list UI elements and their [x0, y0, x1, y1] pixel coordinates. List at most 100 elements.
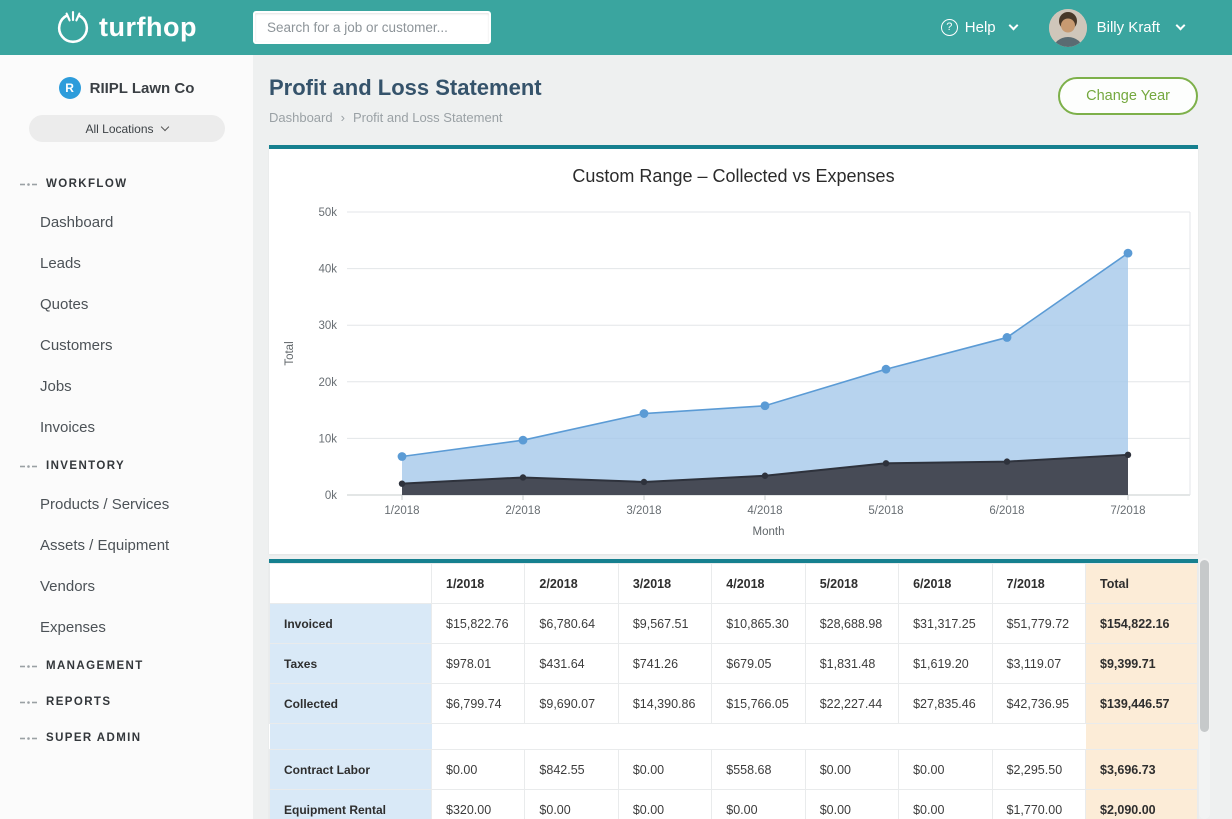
- search-input[interactable]: [253, 11, 491, 44]
- brand[interactable]: turfhop: [0, 11, 253, 45]
- cell: $9,690.07: [525, 684, 618, 724]
- month-header: 2/2018: [525, 564, 618, 604]
- total-cell: $2,090.00: [1086, 790, 1198, 819]
- sidebar-item-products-services[interactable]: Products / Services: [0, 484, 253, 525]
- sidebar-item-invoices[interactable]: Invoices: [0, 407, 253, 448]
- sidebar-item-dashboard[interactable]: Dashboard: [0, 202, 253, 243]
- change-year-button[interactable]: Change Year: [1058, 77, 1198, 115]
- sidebar-item-assets-equipment[interactable]: Assets / Equipment: [0, 525, 253, 566]
- total-cell: $3,696.73: [1086, 750, 1198, 790]
- user-menu[interactable]: Billy Kraft: [1049, 9, 1184, 47]
- spacer-row: [270, 724, 1198, 750]
- help-menu[interactable]: ? Help: [941, 19, 1017, 36]
- section-label: WORKFLOW: [46, 178, 127, 190]
- x-tick-label: 3/2018: [626, 505, 661, 517]
- total-cell: [1086, 724, 1198, 750]
- cell: $1,619.20: [899, 644, 992, 684]
- cell: [712, 724, 805, 750]
- cell: [899, 724, 992, 750]
- cell: $51,779.72: [992, 604, 1085, 644]
- sidebar-item-leads[interactable]: Leads: [0, 243, 253, 284]
- sidebar-item-vendors[interactable]: Vendors: [0, 566, 253, 607]
- brand-wordmark: turfhop: [99, 12, 197, 43]
- section-dash-icon: [20, 180, 37, 189]
- point-collected-1-2018[interactable]: [398, 452, 407, 461]
- y-tick-label: 40k: [318, 264, 337, 276]
- cell: $31,317.25: [899, 604, 992, 644]
- sidebar-item-expenses[interactable]: Expenses: [0, 607, 253, 648]
- table-row-taxes: Taxes$978.01$431.64$741.26$679.05$1,831.…: [270, 644, 1198, 684]
- scrollbar-thumb[interactable]: [1200, 560, 1209, 732]
- section-dash-icon: [20, 662, 37, 671]
- sidebar-item-customers[interactable]: Customers: [0, 325, 253, 366]
- point-expenses-6-2018[interactable]: [1004, 458, 1010, 464]
- y-tick-label: 10k: [318, 433, 337, 445]
- sidebar-section-inventory[interactable]: INVENTORY: [0, 448, 253, 484]
- x-tick-label: 1/2018: [384, 505, 419, 517]
- breadcrumb-dashboard[interactable]: Dashboard: [269, 110, 333, 125]
- chart-title: Custom Range – Collected vs Expenses: [269, 149, 1198, 197]
- x-tick-label: 4/2018: [747, 505, 782, 517]
- cell: $0.00: [805, 790, 898, 819]
- point-expenses-1-2018[interactable]: [399, 480, 405, 486]
- sidebar: R RIIPL Lawn Co All Locations WORKFLOW Da…: [0, 55, 253, 819]
- cell: $0.00: [525, 790, 618, 819]
- cell: $0.00: [899, 790, 992, 819]
- point-collected-6-2018[interactable]: [1003, 333, 1012, 342]
- cell: $0.00: [432, 750, 525, 790]
- point-collected-7-2018[interactable]: [1124, 249, 1133, 258]
- table-scrollbar[interactable]: [1199, 558, 1210, 819]
- row-label: Taxes: [270, 644, 432, 684]
- point-collected-2-2018[interactable]: [519, 436, 528, 445]
- cell: [992, 724, 1085, 750]
- point-expenses-5-2018[interactable]: [883, 460, 889, 466]
- point-collected-5-2018[interactable]: [882, 365, 891, 374]
- total-cell: $139,446.57: [1086, 684, 1198, 724]
- y-tick-label: 20k: [318, 377, 337, 389]
- turfhop-logo-icon: [56, 11, 90, 45]
- sidebar-item-quotes[interactable]: Quotes: [0, 284, 253, 325]
- sidebar-section-management[interactable]: MANAGEMENT: [0, 648, 253, 684]
- sidebar-section-reports[interactable]: REPORTS: [0, 684, 253, 720]
- point-collected-4-2018[interactable]: [761, 401, 770, 410]
- company-switcher[interactable]: R RIIPL Lawn Co: [0, 55, 253, 99]
- cell: $431.64: [525, 644, 618, 684]
- row-label: Invoiced: [270, 604, 432, 644]
- point-collected-3-2018[interactable]: [640, 409, 649, 418]
- area-collected: [402, 253, 1128, 495]
- table-row-invoiced: Invoiced$15,822.76$6,780.64$9,567.51$10,…: [270, 604, 1198, 644]
- locations-dropdown[interactable]: All Locations: [29, 115, 225, 142]
- section-dash-icon: [20, 698, 37, 707]
- cell: $27,835.46: [899, 684, 992, 724]
- cell: $1,770.00: [992, 790, 1085, 819]
- cell: $28,688.98: [805, 604, 898, 644]
- chevron-down-icon: [160, 123, 168, 131]
- x-tick-label: 7/2018: [1110, 505, 1145, 517]
- point-expenses-3-2018[interactable]: [641, 479, 647, 485]
- cell: $15,822.76: [432, 604, 525, 644]
- month-header: 6/2018: [899, 564, 992, 604]
- top-bar: turfhop ? Help Billy Kraft: [0, 0, 1232, 55]
- row-label: Equipment Rental: [270, 790, 432, 819]
- point-expenses-2-2018[interactable]: [520, 474, 526, 480]
- point-expenses-4-2018[interactable]: [762, 473, 768, 479]
- cell: $10,865.30: [712, 604, 805, 644]
- table-header-row: 1/20182/20183/20184/20185/20186/20187/20…: [270, 564, 1198, 604]
- pl-table-card: 1/20182/20183/20184/20185/20186/20187/20…: [269, 559, 1198, 819]
- cell: $558.68: [712, 750, 805, 790]
- x-tick-label: 6/2018: [989, 505, 1024, 517]
- section-dash-icon: [20, 462, 37, 471]
- cell: [525, 724, 618, 750]
- sidebar-section-super-admin[interactable]: SUPER ADMIN: [0, 720, 253, 756]
- x-tick-label: 5/2018: [868, 505, 903, 517]
- breadcrumb: Dashboard › Profit and Loss Statement: [269, 110, 542, 125]
- point-expenses-7-2018[interactable]: [1125, 452, 1131, 458]
- sidebar-item-jobs[interactable]: Jobs: [0, 366, 253, 407]
- main-content: Profit and Loss Statement Dashboard › Pr…: [253, 55, 1232, 819]
- profit-loss-table: 1/20182/20183/20184/20185/20186/20187/20…: [269, 563, 1198, 819]
- cell: $6,780.64: [525, 604, 618, 644]
- section-label: REPORTS: [46, 696, 111, 708]
- sidebar-section-workflow[interactable]: WORKFLOW: [0, 166, 253, 202]
- cell: $978.01: [432, 644, 525, 684]
- section-dash-icon: [20, 734, 37, 743]
